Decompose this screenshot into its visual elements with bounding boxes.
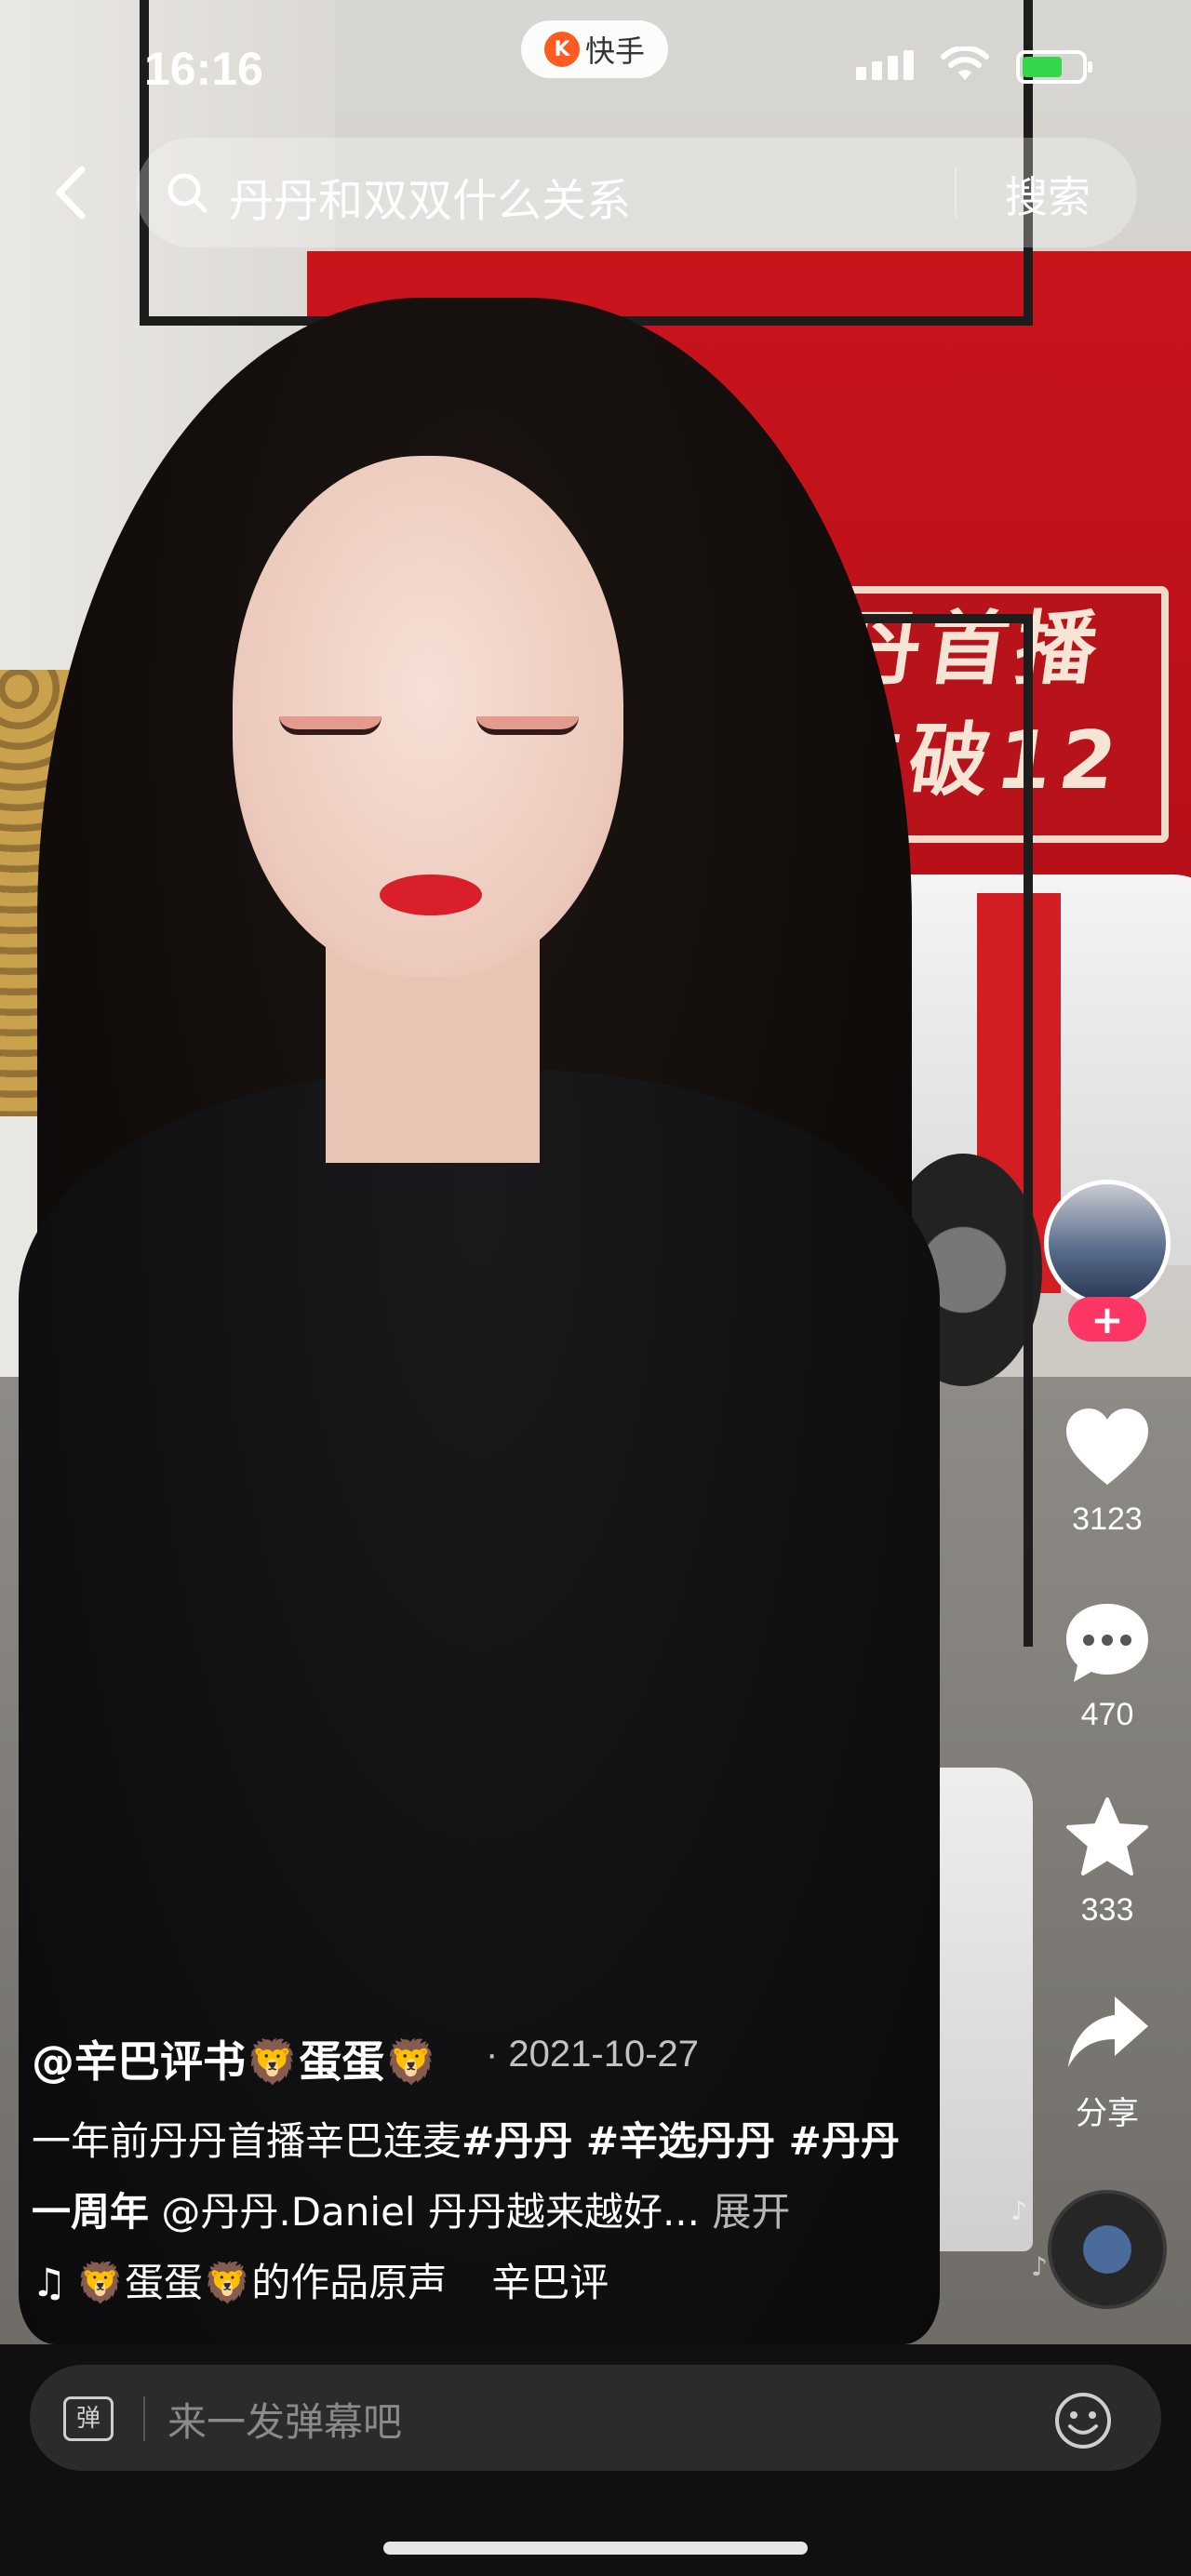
- video-description[interactable]: 一年前丹丹首播辛巴连麦#丹丹 #辛选丹丹 #丹丹一周年 @丹丹.Daniel 丹…: [32, 2106, 925, 2248]
- app-source-pill[interactable]: K 快手: [521, 20, 668, 78]
- music-title: 🦁蛋蛋🦁的作品原声: [75, 2260, 448, 2305]
- kuaishou-logo-icon: K: [543, 32, 580, 67]
- search-bar[interactable]: 丹丹和双双什么关系 搜索: [136, 138, 1137, 247]
- danmu-separator: [143, 2396, 145, 2441]
- star-icon: [1066, 1797, 1148, 1875]
- danmu-input[interactable]: 来一发弹幕吧: [167, 2391, 402, 2448]
- follow-button[interactable]: +: [1068, 1297, 1146, 1342]
- favorite-count: 333: [1080, 1892, 1134, 1928]
- wifi-icon: [941, 47, 989, 80]
- status-time: 16:16: [144, 43, 263, 95]
- music-source: 辛巴评: [491, 2260, 609, 2305]
- music-note-icon: ♪: [1031, 2251, 1048, 2282]
- expand-link[interactable]: 展开: [712, 2189, 790, 2235]
- comment-button[interactable]: 470: [1051, 1598, 1163, 1733]
- post-date: · 2021-10-27: [486, 2034, 700, 2075]
- description-mention[interactable]: @丹丹.Daniel 丹丹越来越好...: [149, 2189, 700, 2235]
- like-button[interactable]: 3123: [1051, 1403, 1163, 1538]
- person-lips: [380, 874, 482, 915]
- comment-bubble-icon: [1066, 1604, 1148, 1682]
- person-eye-left: [279, 716, 381, 735]
- home-indicator[interactable]: [383, 2542, 808, 2555]
- person-eye-right: [476, 716, 579, 735]
- comment-count: 470: [1080, 1697, 1134, 1732]
- share-button[interactable]: 分享: [1051, 1989, 1163, 2133]
- description-text: 一年前丹丹首播辛巴连麦: [32, 2118, 462, 2164]
- share-label: 分享: [1076, 2096, 1139, 2131]
- share-arrow-icon: [1068, 1996, 1148, 2067]
- music-note-icon: ♪: [1010, 2196, 1027, 2226]
- music-disc[interactable]: [1048, 2190, 1167, 2309]
- danmu-input-bar[interactable]: 弹 来一发弹幕吧: [30, 2365, 1161, 2471]
- like-count: 3123: [1072, 1502, 1143, 1537]
- battery-icon: [1016, 50, 1092, 84]
- search-button[interactable]: 搜索: [1005, 164, 1091, 225]
- cellular-signal-icon: [856, 50, 914, 80]
- search-icon: [167, 173, 207, 213]
- back-arrow-icon[interactable]: [47, 160, 102, 225]
- search-divider: [955, 167, 957, 218]
- author-avatar[interactable]: [1044, 1180, 1171, 1306]
- danmu-toggle-icon[interactable]: 弹: [63, 2396, 114, 2441]
- video-player[interactable]: 丹丹首播 排位破12: [0, 0, 1191, 2344]
- search-query[interactable]: 丹丹和双双什么关系: [229, 164, 631, 229]
- heart-icon: [1066, 1408, 1148, 1485]
- music-note-icon: ♫: [32, 2260, 67, 2305]
- author-name[interactable]: @辛巴评书🦁蛋蛋🦁: [32, 2028, 438, 2089]
- favorite-button[interactable]: 333: [1051, 1794, 1163, 1929]
- emoji-icon[interactable]: [1053, 2391, 1113, 2450]
- app-name: 快手: [584, 33, 645, 69]
- music-info[interactable]: ♫ 🦁蛋蛋🦁的作品原声 辛巴评: [32, 2251, 609, 2308]
